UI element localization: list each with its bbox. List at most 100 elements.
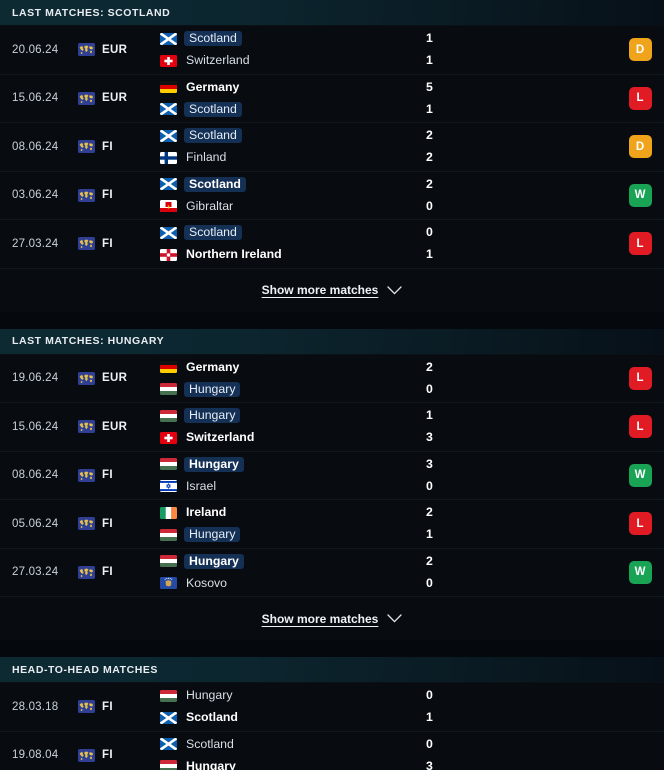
scores: 22	[426, 128, 616, 165]
section-header: HEAD-TO-HEAD MATCHES	[0, 657, 664, 683]
match-row[interactable]: 27.03.24 FI Hungary Kosovo 2 0 W	[0, 548, 664, 597]
competition[interactable]: EUR	[78, 91, 160, 105]
team-home[interactable]: Hungary	[160, 408, 422, 424]
score-home: 0	[426, 688, 433, 703]
competition[interactable]: FI	[78, 517, 160, 531]
show-more-matches-button[interactable]: Show more matches	[0, 268, 664, 312]
team-name-away: Israel	[186, 478, 217, 493]
team-home[interactable]: Ireland	[160, 505, 422, 520]
team-away[interactable]: Switzerland	[160, 53, 422, 68]
match-date: 19.08.04	[12, 749, 59, 762]
match-list: 19.06.24 EUR Germany Hungary 2 0 L 15.06.24 EUR H…	[0, 354, 664, 597]
match-date: 15.06.24	[12, 92, 59, 105]
team-home[interactable]: Hungary	[160, 688, 422, 703]
team-home[interactable]: Scotland	[160, 128, 422, 144]
competition[interactable]: FI	[78, 140, 160, 154]
team-home[interactable]: Germany	[160, 80, 422, 95]
team-away[interactable]: Kosovo	[160, 576, 422, 591]
show-more-matches-button[interactable]: Show more matches	[0, 597, 664, 640]
flag-israel-icon	[160, 480, 177, 493]
team-away[interactable]: Northern Ireland	[160, 247, 422, 262]
result-badge: L	[628, 415, 652, 439]
world-map-icon	[78, 517, 95, 531]
score-home: 2	[426, 176, 433, 191]
team-name-away: Switzerland	[186, 430, 255, 445]
match-date: 20.06.24	[12, 43, 59, 56]
flag-northern-ireland-icon	[160, 248, 177, 261]
scores: 11	[426, 31, 616, 68]
score-home: 3	[426, 456, 433, 471]
competition[interactable]: FI	[78, 237, 160, 251]
team-home[interactable]: Scotland	[160, 176, 422, 192]
teams: Scotland Hungary	[160, 737, 422, 770]
world-map-icon	[78, 91, 95, 105]
team-away[interactable]: Scotland	[160, 101, 422, 117]
teams: Scotland Gibraltar	[160, 176, 422, 214]
match-row[interactable]: 19.06.24 EUR Germany Hungary 2 0 L	[0, 354, 664, 403]
team-name-home: Ireland	[186, 505, 227, 520]
competition[interactable]: FI	[78, 565, 160, 579]
result-cell: L	[616, 366, 664, 390]
team-home[interactable]: Hungary	[160, 456, 422, 472]
chevron-down-icon	[387, 285, 402, 295]
competition[interactable]: EUR	[78, 420, 160, 434]
result-cell: L	[616, 86, 664, 110]
result-cell: L	[616, 232, 664, 256]
competition-label: FI	[102, 469, 113, 482]
team-home[interactable]: Hungary	[160, 553, 422, 569]
score-home: 1	[426, 408, 433, 423]
result-badge: L	[628, 366, 652, 390]
scores: 30	[426, 457, 616, 494]
match-row[interactable]: 15.06.24 EUR Germany Scotland 5 1 L	[0, 74, 664, 123]
team-name-home: Hungary	[184, 553, 244, 569]
team-home[interactable]: Scotland	[160, 225, 422, 241]
competition[interactable]: FI	[78, 188, 160, 202]
competition[interactable]: EUR	[78, 371, 160, 385]
scores: 01	[426, 225, 616, 262]
section-header: LAST MATCHES: SCOTLAND	[0, 0, 664, 26]
flag-hungary-icon	[160, 555, 177, 568]
score-home: 2	[426, 553, 433, 568]
team-away[interactable]: Hungary	[160, 527, 422, 543]
match-row[interactable]: 20.06.24 EUR Scotland Switzerland 1 1 D	[0, 26, 664, 75]
team-away[interactable]: Finland	[160, 150, 422, 165]
competition-label: EUR	[102, 372, 128, 385]
world-map-icon	[78, 420, 95, 434]
match-row[interactable]: 27.03.24 FI Scotland Northern Ireland 0 1 L	[0, 220, 664, 269]
team-home[interactable]: Scotland	[160, 737, 422, 752]
team-home[interactable]: Scotland	[160, 31, 422, 47]
competition-label: FI	[102, 189, 113, 202]
score-away: 1	[426, 527, 433, 542]
team-name-home: Scotland	[184, 176, 246, 192]
match-row[interactable]: 28.03.18 FI Hungary Scotland 0 1	[0, 683, 664, 732]
competition-label: FI	[102, 517, 113, 530]
result-cell: W	[616, 463, 664, 487]
competition-label: FI	[102, 566, 113, 579]
flag-scotland-icon	[160, 129, 177, 142]
team-away[interactable]: Hungary	[160, 381, 422, 397]
competition[interactable]: FI	[78, 700, 160, 714]
section-last-matches-scotland: LAST MATCHES: SCOTLAND 20.06.24 EUR Scotlan…	[0, 0, 664, 329]
scores: 03	[426, 737, 616, 770]
team-away[interactable]: Gibraltar	[160, 199, 422, 214]
team-name-away: Hungary	[184, 527, 241, 543]
score-home: 0	[426, 225, 433, 240]
competition[interactable]: EUR	[78, 43, 160, 57]
show-more-label: Show more matches	[261, 283, 379, 297]
competition[interactable]: FI	[78, 748, 160, 762]
team-away[interactable]: Israel	[160, 479, 422, 494]
team-home[interactable]: Germany	[160, 360, 422, 375]
match-row[interactable]: 08.06.24 FI Scotland Finland 2 2 D	[0, 123, 664, 172]
match-row[interactable]: 05.06.24 FI Ireland Hungary 2 1 L	[0, 500, 664, 549]
competition[interactable]: FI	[78, 468, 160, 482]
score-away: 0	[426, 381, 433, 396]
match-row[interactable]: 19.08.04 FI Scotland Hungary 0 3	[0, 731, 664, 770]
teams: Hungary Scotland	[160, 688, 422, 725]
score-away: 0	[426, 198, 433, 213]
match-row[interactable]: 15.06.24 EUR Hungary Switzerland 1 3 L	[0, 403, 664, 452]
team-away[interactable]: Switzerland	[160, 430, 422, 445]
team-away[interactable]: Scotland	[160, 710, 422, 725]
match-row[interactable]: 08.06.24 FI Hungary Israel 3 0 W	[0, 451, 664, 500]
match-row[interactable]: 03.06.24 FI Scotland Gibraltar 2 0 W	[0, 171, 664, 220]
team-away[interactable]: Hungary	[160, 759, 422, 770]
